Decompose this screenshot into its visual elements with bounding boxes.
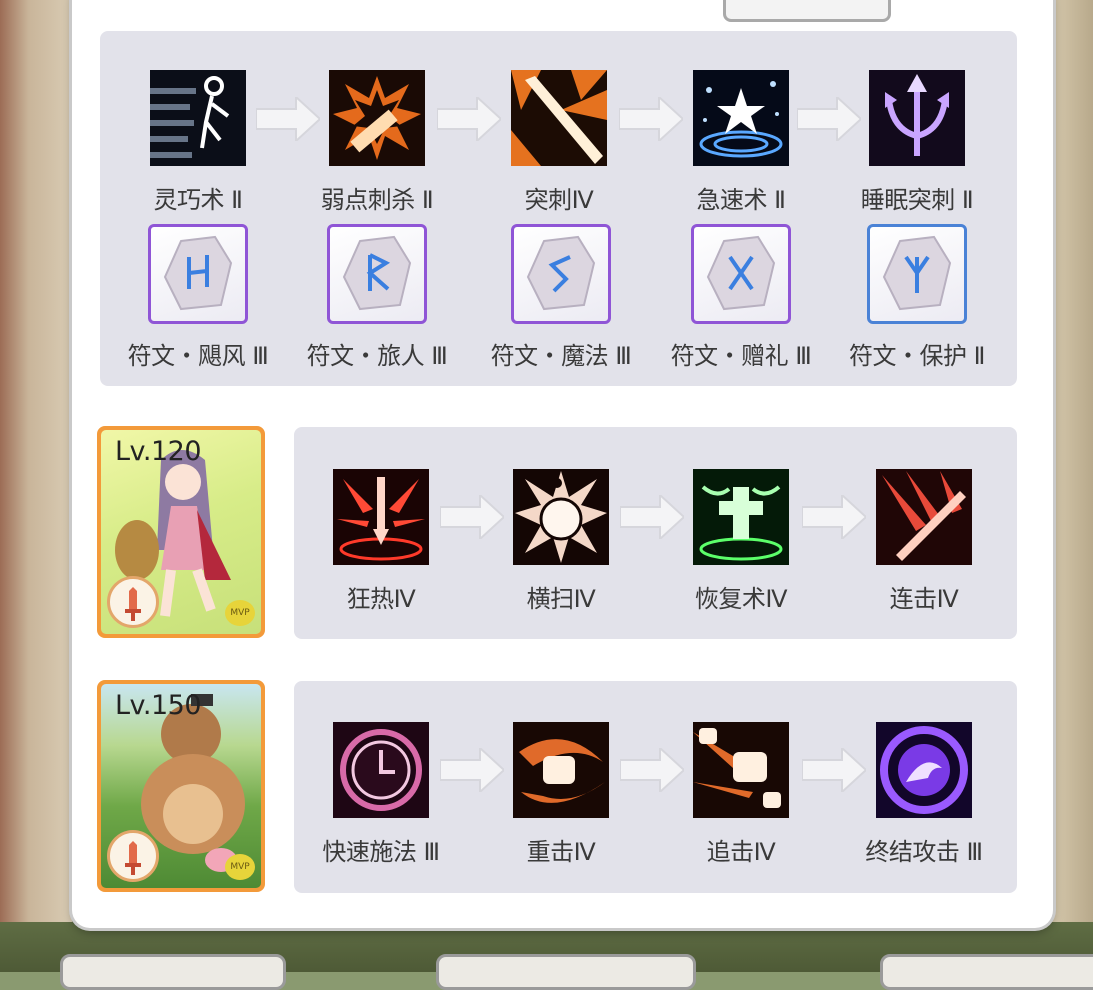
skill-heal[interactable]: 恢复术Ⅳ	[646, 469, 836, 614]
sword-icon	[107, 576, 159, 628]
card-level: Lv.120	[115, 436, 202, 467]
rune-gift[interactable]: 符文・赠礼 Ⅲ	[646, 224, 836, 371]
skill-label: 终结攻击 Ⅲ	[865, 838, 983, 866]
rune-label: 符文・保护 Ⅱ	[849, 342, 985, 370]
arrow-right-icon	[620, 748, 684, 792]
skill-thrust[interactable]: 突刺Ⅳ	[464, 70, 654, 215]
skill-sweep[interactable]: 横扫Ⅳ	[466, 469, 656, 614]
skill-label: 狂热Ⅳ	[346, 585, 416, 613]
arrow-right-icon	[802, 495, 866, 539]
rune-label: 符文・赠礼 Ⅲ	[670, 342, 812, 370]
rune-protection[interactable]: 符文・保护 Ⅱ	[822, 224, 1012, 371]
skill-label: 重击Ⅳ	[526, 838, 596, 866]
arrow-right-icon	[256, 97, 320, 141]
arrow-right-icon	[437, 97, 501, 141]
skill-label: 追击Ⅳ	[706, 838, 776, 866]
weak-point-stab-icon	[329, 70, 425, 166]
skill-label: 睡眠突刺 Ⅱ	[860, 186, 974, 214]
thrust-icon	[511, 70, 607, 166]
skill-label: 急速术 Ⅱ	[696, 186, 786, 214]
bottom-button-left[interactable]	[60, 954, 286, 990]
pursuit-punch-icon	[693, 722, 789, 818]
card-lv120[interactable]: Lv.120 MVP	[97, 426, 265, 638]
arrow-right-icon	[797, 97, 861, 141]
skill-frenzy[interactable]: 狂热Ⅳ	[286, 469, 476, 614]
skill-haste[interactable]: 急速术 Ⅱ	[646, 70, 836, 215]
arrow-right-icon	[620, 495, 684, 539]
skill-label: 快速施法 Ⅲ	[322, 838, 440, 866]
card-art: Lv.150 MVP	[101, 684, 261, 888]
skill-quick-cast[interactable]: 快速施法 Ⅲ	[286, 722, 476, 867]
background-right-scenery	[1051, 0, 1093, 972]
sword-icon	[107, 830, 159, 882]
rune-hurricane[interactable]: 符文・飓风 Ⅲ	[103, 224, 293, 371]
skill-label: 横扫Ⅳ	[526, 585, 596, 613]
skill-label: 灵巧术 Ⅱ	[153, 186, 243, 214]
top-action-button[interactable]	[723, 0, 891, 22]
mvp-badge: MVP	[225, 854, 255, 880]
rune-traveler-icon	[327, 224, 427, 324]
arrow-right-icon	[440, 748, 504, 792]
rune-magic[interactable]: 符文・魔法 Ⅲ	[466, 224, 656, 371]
skill-label: 突刺Ⅳ	[524, 186, 594, 214]
skill-pursuit[interactable]: 追击Ⅳ	[646, 722, 836, 867]
rune-label: 符文・旅人 Ⅲ	[306, 342, 448, 370]
frenzy-icon	[333, 469, 429, 565]
bottom-button-middle[interactable]	[436, 954, 696, 990]
rune-magic-icon	[511, 224, 611, 324]
arrow-right-icon	[802, 748, 866, 792]
rune-protection-icon	[867, 224, 967, 324]
rune-gift-icon	[691, 224, 791, 324]
skill-finishing-attack[interactable]: 终结攻击 Ⅲ	[829, 722, 1019, 867]
rune-label: 符文・魔法 Ⅲ	[490, 342, 632, 370]
skill-combo[interactable]: 连击Ⅳ	[829, 469, 1019, 614]
skill-sleep-thrust[interactable]: 睡眠突刺 Ⅱ	[822, 70, 1012, 215]
arrow-right-icon	[619, 97, 683, 141]
heal-cross-icon	[693, 469, 789, 565]
quick-cast-clock-icon	[333, 722, 429, 818]
skill-label: 连击Ⅳ	[889, 585, 959, 613]
arrow-right-icon	[440, 495, 504, 539]
bottom-button-right[interactable]	[880, 954, 1093, 990]
finishing-attack-icon	[876, 722, 972, 818]
card-art: Lv.120 MVP	[101, 430, 261, 634]
skill-heavy-strike[interactable]: 重击Ⅳ	[466, 722, 656, 867]
sweep-icon	[513, 469, 609, 565]
mvp-badge: MVP	[225, 600, 255, 626]
agility-dash-icon	[150, 70, 246, 166]
skill-label: 恢复术Ⅳ	[694, 585, 788, 613]
rune-label: 符文・飓风 Ⅲ	[127, 342, 269, 370]
rune-traveler[interactable]: 符文・旅人 Ⅲ	[282, 224, 472, 371]
skill-weak-point-stab[interactable]: 弱点刺杀 Ⅱ	[282, 70, 472, 215]
card-level: Lv.150	[115, 690, 202, 721]
combo-strike-icon	[876, 469, 972, 565]
skill-agility[interactable]: 灵巧术 Ⅱ	[103, 70, 293, 215]
skill-label: 弱点刺杀 Ⅱ	[320, 186, 434, 214]
background-left-scenery	[0, 0, 72, 972]
card-lv150[interactable]: Lv.150 MVP	[97, 680, 265, 892]
heavy-punch-icon	[513, 722, 609, 818]
sleep-thrust-icon	[869, 70, 965, 166]
haste-icon	[693, 70, 789, 166]
rune-hurricane-icon	[148, 224, 248, 324]
